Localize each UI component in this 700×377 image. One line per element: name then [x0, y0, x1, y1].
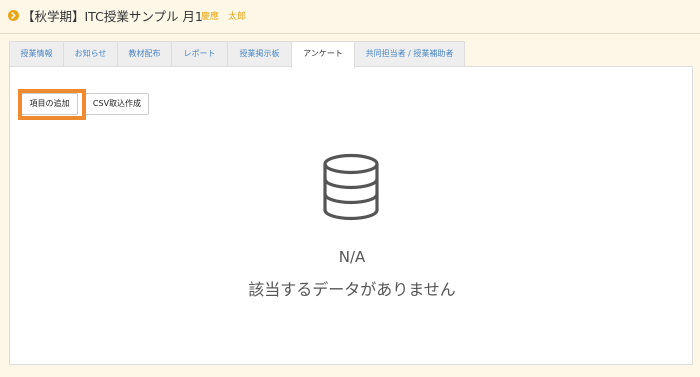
- survey-panel: 項目の追加 CSV取込作成 N/A 該当するデータがありません: [9, 66, 693, 365]
- tab-reports[interactable]: レポート: [171, 41, 228, 66]
- tab-co-instructors[interactable]: 共同担当者 / 授業補助者: [354, 41, 465, 66]
- tab-discussion-board[interactable]: 授業掲示板: [227, 41, 292, 66]
- header-divider: [0, 33, 700, 34]
- course-title: 【秋学期】ITC授業サンプル 月1: [22, 9, 203, 24]
- tab-course-info[interactable]: 授業情報: [9, 41, 64, 66]
- course-header: 【秋学期】ITC授業サンプル 月1 慶應 太郎: [0, 0, 700, 33]
- chevron-right-icon[interactable]: [8, 10, 19, 21]
- tab-announcements[interactable]: お知らせ: [63, 41, 118, 66]
- tab-survey[interactable]: アンケート: [291, 41, 355, 68]
- teacher-name: 慶應 太郎: [201, 12, 247, 22]
- empty-state-message: 該当するデータがありません: [248, 280, 456, 299]
- na-label: N/A: [338, 248, 366, 266]
- csv-import-button[interactable]: CSV取込作成: [85, 93, 149, 115]
- tab-materials[interactable]: 教材配布: [117, 41, 172, 66]
- database-icon: [321, 153, 381, 225]
- add-item-button[interactable]: 項目の追加: [21, 93, 78, 115]
